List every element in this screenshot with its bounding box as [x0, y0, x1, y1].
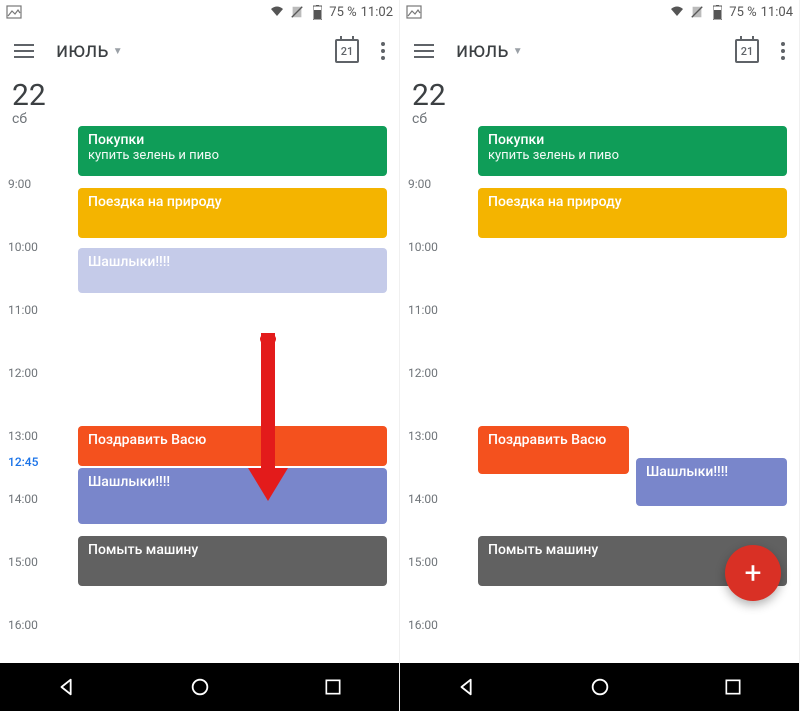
wifi-icon — [669, 4, 685, 20]
calendar-event[interactable]: Шашлыки!!!! — [78, 468, 387, 524]
event-title: Поездка на природу — [488, 194, 777, 210]
phone-left: 75 % 11:02 июль ▼ 21 22 сб 9:00 10:00 11:0… — [0, 0, 400, 711]
day-number: 22 — [412, 78, 446, 113]
hour-label: 15:00 — [8, 555, 38, 569]
day-number: 22 — [12, 78, 46, 113]
app-bar: июль ▼ 21 — [400, 24, 799, 78]
day-header: 22 сб — [12, 78, 46, 127]
menu-button[interactable] — [14, 44, 34, 58]
chevron-down-icon: ▼ — [513, 46, 523, 57]
event-title: Поздравить Васю — [88, 432, 377, 448]
event-title: Поездка на природу — [88, 194, 377, 210]
event-title: Шашлыки!!!! — [646, 464, 777, 480]
battery-icon — [309, 4, 325, 20]
day-header: 22 сб — [412, 78, 446, 127]
wifi-icon — [269, 4, 285, 20]
battery-pct: 75 % — [729, 5, 756, 20]
picture-icon — [406, 4, 422, 20]
back-button[interactable] — [53, 673, 81, 701]
recents-button[interactable] — [319, 673, 347, 701]
event-title: Покупки — [488, 132, 777, 148]
event-subtitle: купить зелень и пиво — [88, 148, 377, 163]
hour-label: 10:00 — [408, 240, 438, 254]
recents-button[interactable] — [719, 673, 747, 701]
today-button[interactable]: 21 — [335, 39, 359, 63]
overflow-button[interactable] — [381, 42, 385, 60]
no-sim-icon — [689, 4, 705, 20]
event-title: Помыть машину — [88, 542, 377, 558]
hour-label: 15:00 — [408, 555, 438, 569]
month-picker[interactable]: июль ▼ — [456, 39, 523, 63]
plus-icon: + — [744, 556, 761, 591]
day-view[interactable]: 22 сб 9:00 10:00 11:00 12:00 13:00 14:00 15:00… — [400, 78, 799, 663]
hour-label: 9:00 — [408, 177, 431, 191]
month-picker[interactable]: июль ▼ — [56, 39, 123, 63]
today-day-num: 21 — [341, 45, 354, 58]
clock: 11:02 — [361, 5, 393, 20]
month-label: июль — [456, 39, 509, 63]
home-button[interactable] — [186, 673, 214, 701]
overflow-button[interactable] — [781, 42, 785, 60]
calendar-event[interactable]: Шашлыки!!!! — [636, 458, 787, 506]
calendar-event[interactable]: Поездка на природу — [478, 188, 787, 238]
home-button[interactable] — [586, 673, 614, 701]
chevron-down-icon: ▼ — [113, 46, 123, 57]
android-nav-bar — [400, 663, 799, 711]
hour-label: 16:00 — [8, 618, 38, 632]
event-title: Покупки — [88, 132, 377, 148]
android-nav-bar — [0, 663, 399, 711]
battery-icon — [709, 4, 725, 20]
hour-label: 12:00 — [8, 366, 38, 380]
hour-label: 12:00 — [408, 366, 438, 380]
no-sim-icon — [289, 4, 305, 20]
calendar-event[interactable]: Покупкикупить зелень и пиво — [478, 126, 787, 176]
calendar-event[interactable]: Поздравить Васю — [478, 426, 629, 474]
hour-label: 11:00 — [408, 303, 438, 317]
calendar-event[interactable]: Шашлыки!!!! — [78, 248, 387, 293]
back-button[interactable] — [453, 673, 481, 701]
hour-label: 13:00 — [8, 429, 38, 443]
today-day-num: 21 — [741, 45, 754, 58]
day-view[interactable]: 22 сб 9:00 10:00 11:00 12:00 13:00 14:00 15:00… — [0, 78, 399, 663]
hour-label: 11:00 — [8, 303, 38, 317]
clock: 11:04 — [761, 5, 793, 20]
hour-label: 13:00 — [408, 429, 438, 443]
hour-label: 16:00 — [408, 618, 438, 632]
event-title: Шашлыки!!!! — [88, 254, 377, 270]
fab-add-button[interactable]: + — [725, 545, 781, 601]
calendar-event[interactable]: Поздравить Васю — [78, 426, 387, 466]
hour-label: 14:00 — [8, 492, 38, 506]
hour-label: 10:00 — [8, 240, 38, 254]
status-bar: 75 % 11:04 — [400, 0, 799, 24]
calendar-event[interactable]: Покупкикупить зелень и пиво — [78, 126, 387, 176]
event-title: Шашлыки!!!! — [88, 474, 377, 490]
calendar-event[interactable]: Поездка на природу — [78, 188, 387, 238]
event-subtitle: купить зелень и пиво — [488, 148, 777, 163]
calendar-event[interactable]: Помыть машину — [78, 536, 387, 586]
menu-button[interactable] — [414, 44, 434, 58]
day-weekday: сб — [412, 111, 446, 127]
event-title: Поздравить Васю — [488, 432, 619, 448]
picture-icon — [6, 4, 22, 20]
day-weekday: сб — [12, 111, 46, 127]
month-label: июль — [56, 39, 109, 63]
hour-label: 9:00 — [8, 177, 31, 191]
hour-label: 14:00 — [408, 492, 438, 506]
app-bar: июль ▼ 21 — [0, 24, 399, 78]
battery-pct: 75 % — [329, 5, 356, 20]
current-time-indicator: 12:45 — [8, 455, 38, 469]
status-bar: 75 % 11:02 — [0, 0, 399, 24]
today-button[interactable]: 21 — [735, 39, 759, 63]
phone-right: 75 % 11:04 июль ▼ 21 22 сб 9:00 10:00 11:0… — [400, 0, 800, 711]
